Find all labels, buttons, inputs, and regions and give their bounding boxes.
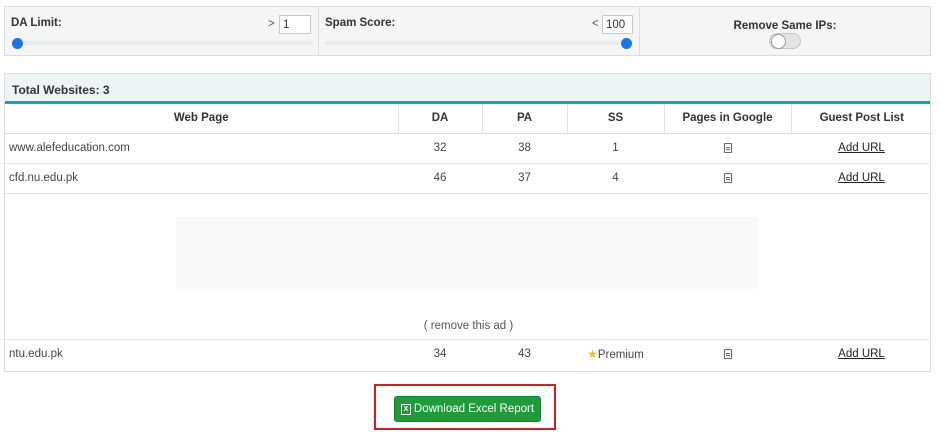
pa-cell: 43: [518, 348, 531, 361]
da-cell: 46: [398, 163, 482, 194]
da-limit-input[interactable]: [279, 15, 311, 34]
remove-ad-link[interactable]: ( remove this ad ): [5, 320, 932, 332]
total-websites: Total Websites: 3: [5, 74, 930, 104]
download-label: Download Excel Report: [413, 403, 535, 415]
header-guest-post-list[interactable]: Guest Post List: [791, 104, 932, 134]
ss-slider-track[interactable]: [325, 41, 632, 45]
da-slider-track[interactable]: [13, 41, 313, 45]
download-excel-button[interactable]: X Download Excel Report: [394, 396, 541, 422]
spam-score-label: Spam Score:: [325, 17, 396, 29]
ss-cell: 1: [567, 133, 664, 164]
premium-label[interactable]: Premium: [598, 349, 644, 361]
ss-cell: 4: [567, 163, 664, 194]
ad-placeholder: [176, 216, 758, 289]
table-row: ntu.edu.pk 34 43 ★Premium Add URL: [5, 339, 932, 369]
ad-row: ( remove this ad ): [5, 193, 932, 340]
results-table-panel: Total Websites: 3 Web Page DA PA SS Page…: [4, 73, 932, 372]
header-pages-in-google[interactable]: Pages in Google: [664, 104, 792, 134]
web-page-cell: www.alefeducation.com: [5, 133, 398, 164]
guest-post-cell: Add URL: [791, 163, 932, 194]
guest-post-cell: Add URL: [791, 339, 932, 369]
guest-post-cell: Add URL: [791, 133, 932, 164]
remove-same-ips-filter: Remove Same IPs:: [640, 7, 930, 55]
pages-in-google-cell: [664, 133, 791, 164]
document-icon[interactable]: [723, 142, 732, 153]
excel-icon: X: [400, 403, 411, 415]
remove-same-ips-label: Remove Same IPs:: [733, 20, 837, 32]
header-pa[interactable]: PA: [482, 104, 568, 134]
web-page-cell: ntu.edu.pk: [9, 348, 63, 361]
pa-cell: 38: [482, 133, 567, 164]
toggle-knob: [771, 34, 786, 49]
da-limit-filter: DA Limit: >: [5, 7, 319, 55]
pages-in-google-cell: [664, 339, 791, 369]
filter-bar: DA Limit: > Spam Score: < Remove Same IP…: [4, 6, 931, 56]
table-row: www.alefeducation.com 32 38 1 Add URL: [5, 133, 932, 164]
results-table: Web Page DA PA SS Pages in Google Guest …: [5, 104, 932, 369]
document-icon[interactable]: [723, 172, 732, 183]
add-url-link[interactable]: Add URL: [838, 172, 885, 184]
da-cell: 32: [398, 133, 482, 164]
pages-in-google-cell: [664, 163, 791, 194]
pa-cell: 37: [482, 163, 567, 194]
web-page-cell: cfd.nu.edu.pk: [5, 163, 398, 194]
star-icon: ★: [587, 347, 598, 362]
ad-cell: ( remove this ad ): [5, 193, 932, 340]
da-slider-thumb[interactable]: [12, 38, 23, 49]
header-ss[interactable]: SS: [567, 104, 665, 134]
spam-score-filter: Spam Score: <: [319, 7, 640, 55]
ss-comparator: <: [592, 18, 599, 30]
add-url-link[interactable]: Add URL: [838, 142, 885, 154]
table-row: cfd.nu.edu.pk 46 37 4 Add URL: [5, 163, 932, 194]
remove-same-ips-toggle[interactable]: [769, 33, 801, 49]
da-comparator: >: [268, 18, 275, 30]
header-da[interactable]: DA: [398, 104, 483, 134]
table-header-row: Web Page DA PA SS Pages in Google Guest …: [5, 104, 932, 134]
ss-cell: ★Premium: [567, 339, 664, 369]
ss-slider-thumb[interactable]: [621, 38, 632, 49]
add-url-link[interactable]: Add URL: [838, 348, 885, 360]
document-icon[interactable]: [723, 349, 732, 360]
header-web-page[interactable]: Web Page: [5, 104, 399, 134]
da-cell: 34: [433, 348, 447, 361]
spam-score-input[interactable]: [602, 15, 633, 34]
da-limit-label: DA Limit:: [11, 17, 62, 29]
